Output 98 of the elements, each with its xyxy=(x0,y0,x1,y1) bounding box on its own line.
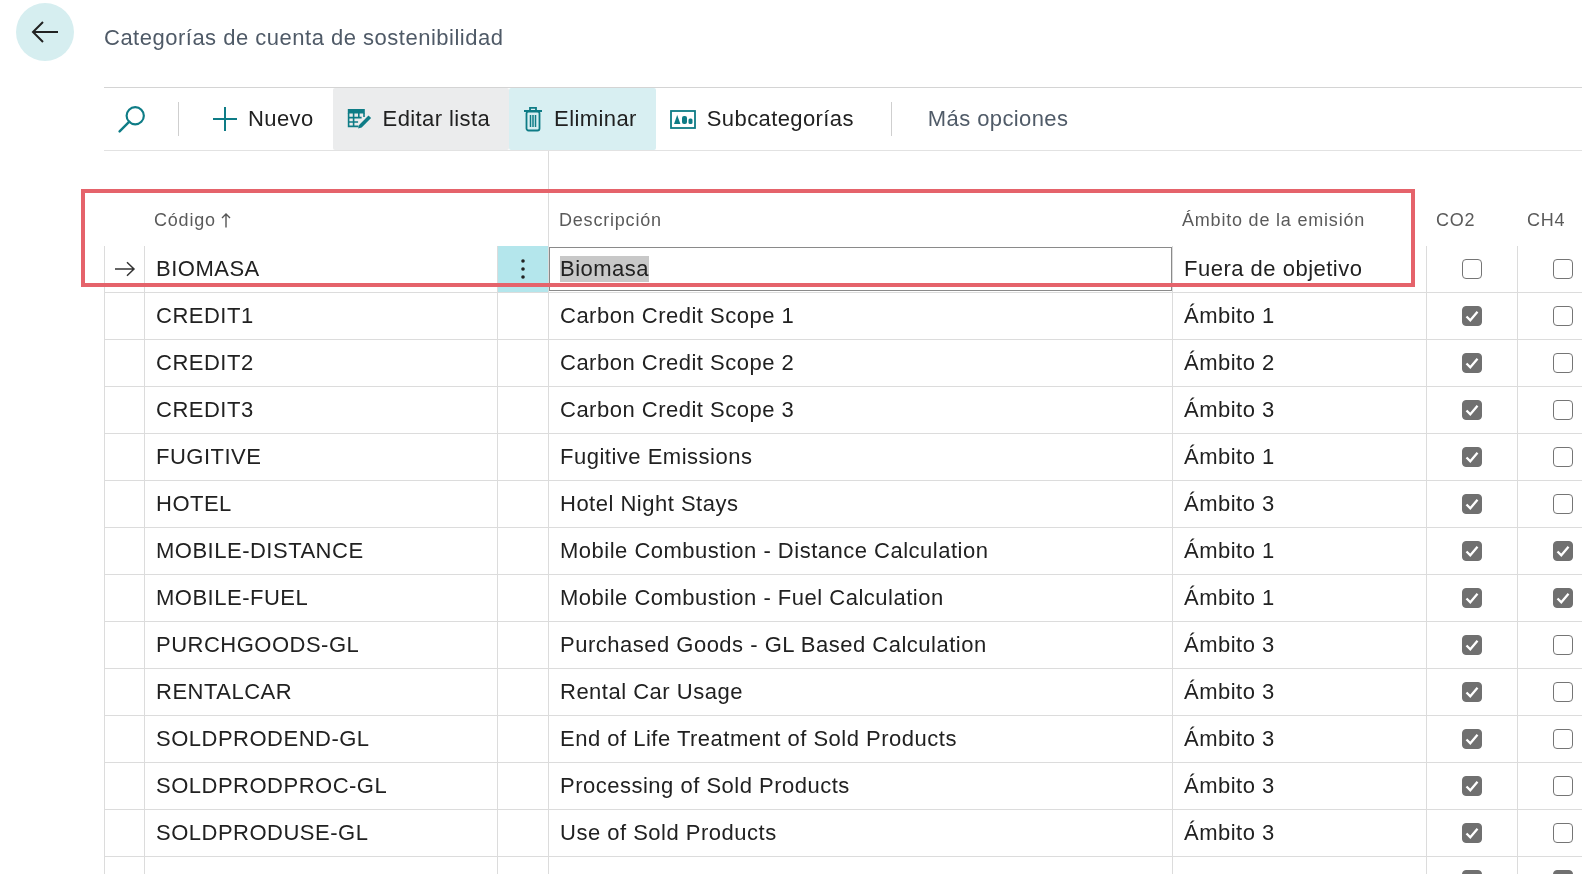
category-code: CREDIT2 xyxy=(156,350,254,376)
checkbox[interactable] xyxy=(1553,494,1573,514)
category-description: Mobile Combustion - Fuel Calculation xyxy=(560,585,944,611)
emission-scope: Ámbito 1 xyxy=(1184,444,1275,470)
column-header[interactable]: CH4 xyxy=(1527,209,1566,231)
arrow-left-icon xyxy=(31,20,59,44)
emission-scope: Ámbito 3 xyxy=(1184,679,1275,705)
category-description: Carbon Credit Scope 2 xyxy=(560,350,795,376)
checkmark-icon xyxy=(1465,827,1479,839)
checkmark-icon xyxy=(1465,451,1479,463)
category-description: Purchased Goods - GL Based Calculation xyxy=(560,632,987,658)
emission-scope: Ámbito 3 xyxy=(1184,820,1275,846)
category-description: Processing of Sold Products xyxy=(560,773,850,799)
category-code: MOBILE-FUEL xyxy=(156,585,309,611)
emission-scope: Ámbito 1 xyxy=(1184,538,1275,564)
checkmark-icon xyxy=(1465,592,1479,604)
category-code: SOLDPRODEND-GL xyxy=(156,726,370,752)
search-icon xyxy=(118,105,146,133)
checkbox[interactable] xyxy=(1462,353,1482,373)
emission-scope: Ámbito 1 xyxy=(1184,585,1275,611)
subcategories-button[interactable]: Subcategorías xyxy=(655,88,873,150)
checkbox[interactable] xyxy=(1553,353,1573,373)
checkmark-icon xyxy=(1465,733,1479,745)
column-header[interactable]: Ámbito de la emisión xyxy=(1182,209,1366,231)
emission-scope: Ámbito 3 xyxy=(1184,632,1275,658)
checkmark-icon xyxy=(1465,545,1479,557)
checkbox[interactable] xyxy=(1462,729,1482,749)
checkmark-icon xyxy=(1556,545,1570,557)
checkbox[interactable] xyxy=(1553,729,1573,749)
checkmark-icon xyxy=(1465,357,1479,369)
category-code: SOLDPRODPROC-GL xyxy=(156,773,388,799)
emission-scope: Ámbito 3 xyxy=(1184,397,1275,423)
column-header[interactable]: Código xyxy=(154,209,231,231)
category-code: HOTEL xyxy=(156,491,232,517)
checkmark-icon xyxy=(1465,686,1479,698)
column-header[interactable]: Descripción xyxy=(559,209,662,231)
emission-scope: Ámbito 1 xyxy=(1184,303,1275,329)
more-options-button[interactable]: Más opciones xyxy=(911,88,1088,150)
checkbox[interactable] xyxy=(1462,306,1482,326)
category-description: End of Life Treatment of Sold Products xyxy=(560,726,957,752)
delete-button[interactable]: Eliminar xyxy=(509,88,656,150)
checkbox[interactable] xyxy=(1462,682,1482,702)
checkmark-icon xyxy=(1465,498,1479,510)
category-description: Mobile Combustion - Distance Calculation xyxy=(560,538,989,564)
checkbox[interactable] xyxy=(1462,494,1482,514)
text-box-icon xyxy=(669,109,696,129)
emission-scope: Ámbito 3 xyxy=(1184,726,1275,752)
checkmark-icon xyxy=(1556,592,1570,604)
row-menu-button[interactable] xyxy=(498,246,548,292)
category-code: CREDIT1 xyxy=(156,303,254,329)
category-description: Rental Car Usage xyxy=(560,679,743,705)
emission-scope: Ámbito 3 xyxy=(1184,773,1275,799)
category-code: FUGITIVE xyxy=(156,444,262,470)
checkbox[interactable] xyxy=(1462,635,1482,655)
emission-scope: Fuera de objetivo xyxy=(1184,256,1363,282)
category-code: SOLDPRODUSE-GL xyxy=(156,820,369,846)
category-description: Carbon Credit Scope 3 xyxy=(560,397,795,423)
checkbox[interactable] xyxy=(1553,447,1573,467)
category-description: Hotel Night Stays xyxy=(560,491,739,517)
category-description: Carbon Credit Scope 1 xyxy=(560,303,795,329)
new-button[interactable]: Nuevo xyxy=(199,88,333,150)
checkbox[interactable] xyxy=(1462,447,1482,467)
category-code: PURCHGOODS-GL xyxy=(156,632,360,658)
emission-scope: Ámbito 2 xyxy=(1184,350,1275,376)
checkbox[interactable] xyxy=(1462,588,1482,608)
checkmark-icon xyxy=(1465,780,1479,792)
checkbox[interactable] xyxy=(1553,541,1573,561)
category-code: BIOMASA xyxy=(156,256,260,282)
column-header[interactable]: CO2 xyxy=(1436,209,1476,231)
checkbox[interactable] xyxy=(1553,635,1573,655)
checkmark-icon xyxy=(1465,639,1479,651)
description-field[interactable]: Biomasa xyxy=(549,247,1172,291)
more-vertical-icon xyxy=(521,259,525,279)
checkbox[interactable] xyxy=(1553,682,1573,702)
category-code: RENTALCAR xyxy=(156,679,293,705)
checkbox[interactable] xyxy=(1553,588,1573,608)
category-description: Fugitive Emissions xyxy=(560,444,753,470)
table-edit-icon xyxy=(346,108,372,130)
checkbox[interactable] xyxy=(1553,400,1573,420)
category-description: Use of Sold Products xyxy=(560,820,777,846)
checkbox[interactable] xyxy=(1553,306,1573,326)
checkbox[interactable] xyxy=(1462,259,1482,279)
emission-scope: Ámbito 3 xyxy=(1184,491,1275,517)
trash-icon xyxy=(523,106,544,132)
category-code: MOBILE-DISTANCE xyxy=(156,538,364,564)
checkmark-icon xyxy=(1465,310,1479,322)
checkmark-icon xyxy=(1465,404,1479,416)
checkbox[interactable] xyxy=(1553,823,1573,843)
checkbox[interactable] xyxy=(1462,823,1482,843)
edit-list-button[interactable]: Editar lista xyxy=(332,88,510,150)
category-code: CREDIT3 xyxy=(156,397,254,423)
checkbox[interactable] xyxy=(1553,259,1573,279)
page-title: Categorías de cuenta de sostenibilidad xyxy=(104,25,504,51)
plus-icon xyxy=(213,107,237,131)
checkbox[interactable] xyxy=(1462,776,1482,796)
checkbox[interactable] xyxy=(1462,541,1482,561)
checkbox[interactable] xyxy=(1553,776,1573,796)
checkbox[interactable] xyxy=(1462,400,1482,420)
